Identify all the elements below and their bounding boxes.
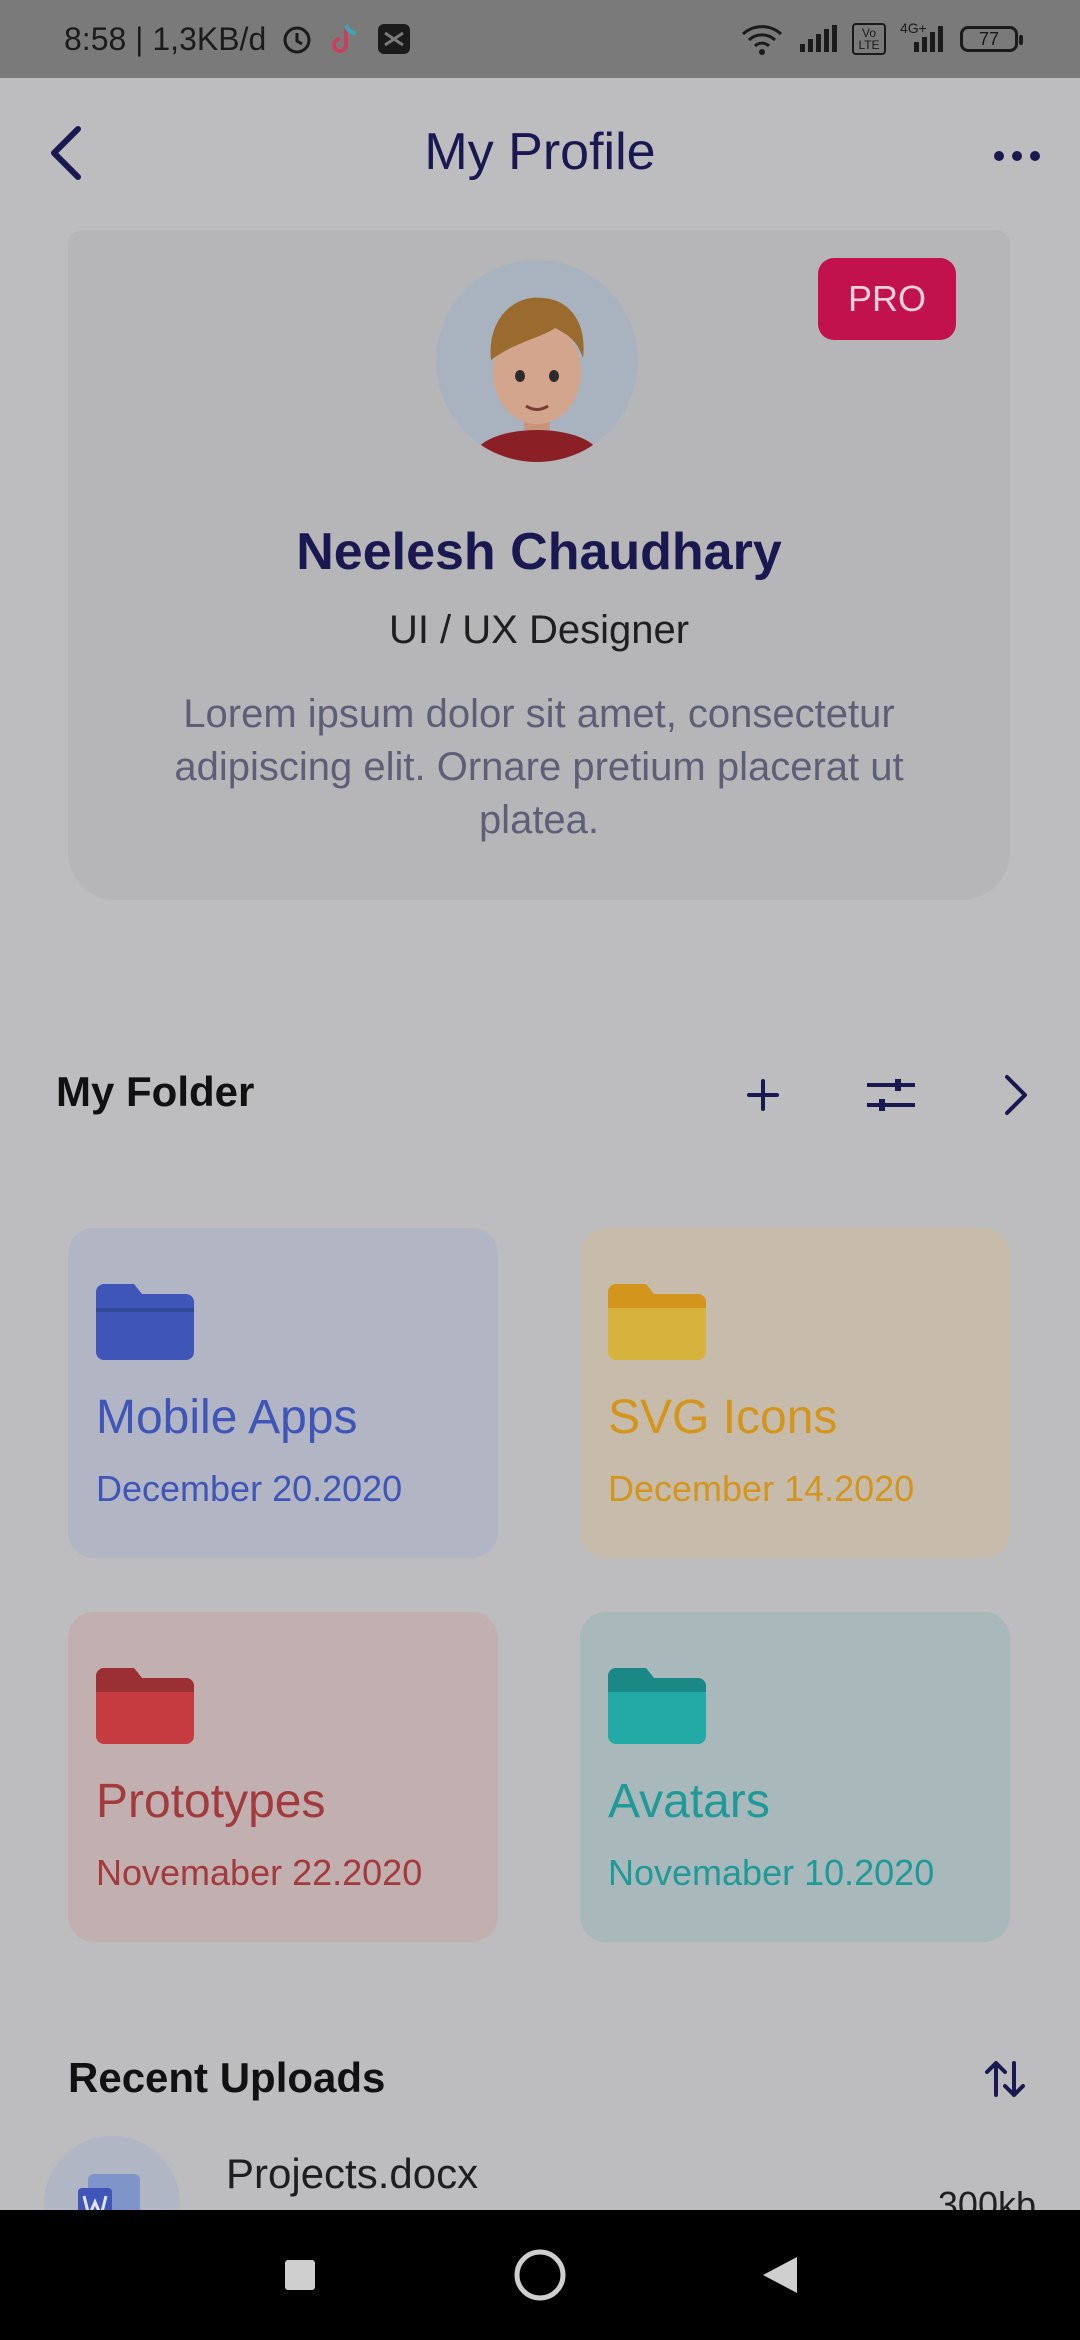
circle-icon [514, 2249, 566, 2301]
folder-name: Avatars [608, 1775, 770, 1828]
folder-card-mobile-apps[interactable]: Mobile Apps December 20.2020 [68, 1228, 498, 1558]
signal-icon [798, 24, 838, 54]
folder-card-avatars[interactable]: Avatars Novemaber 10.2020 [580, 1612, 1010, 1942]
recent-uploads-title: Recent Uploads [68, 2054, 386, 2101]
folder-name: Mobile Apps [96, 1391, 358, 1444]
wifi-icon [740, 22, 784, 56]
folder-date: Novemaber 10.2020 [608, 1852, 935, 1893]
battery-icon: 77 [960, 26, 1023, 52]
volte-icon: Vo LTE [852, 23, 886, 55]
file-name: Projects.docx [226, 2150, 479, 2197]
sliders-icon [867, 1079, 915, 1111]
folder-icon [608, 1284, 706, 1360]
alarm-icon [280, 22, 314, 56]
app-header: My Profile [0, 78, 1080, 228]
recents-button[interactable] [260, 2235, 340, 2315]
status-bar: 8:58 | 1,3KB/d Vo LTE 4G+ 77 [0, 0, 1080, 78]
folder-date: December 20.2020 [96, 1468, 403, 1509]
tiktok-icon [328, 21, 362, 57]
folder-icon [608, 1668, 706, 1744]
pro-badge: PRO [818, 258, 956, 340]
system-navigation-bar [0, 2210, 1080, 2340]
home-button[interactable] [500, 2235, 580, 2315]
filter-button[interactable] [856, 1060, 926, 1130]
status-time: 8:58 | 1,3KB/d [64, 20, 267, 57]
profile-bio: Lorem ipsum dolor sit amet, consectetur … [174, 692, 904, 842]
upload-list-item[interactable]: Projects.docx 300kb [0, 2130, 1080, 2272]
avatar [436, 260, 638, 462]
page-title: My Profile [424, 123, 656, 181]
folder-icon [96, 1284, 194, 1360]
add-folder-button[interactable] [728, 1060, 798, 1130]
folder-card-svg-icons[interactable]: SVG Icons December 14.2020 [580, 1228, 1010, 1558]
square-icon [285, 2260, 315, 2290]
triangle-back-icon [763, 2257, 797, 2293]
back-nav-button[interactable] [740, 2235, 820, 2315]
chevron-right-icon [1005, 1075, 1027, 1115]
signal-4g-icon: 4G+ [900, 20, 946, 54]
folder-date: December 14.2020 [608, 1468, 915, 1509]
profile-role: UI / UX Designer [388, 608, 690, 652]
sort-button[interactable] [970, 2044, 1040, 2114]
folders-next-button[interactable] [980, 1060, 1050, 1130]
volte-label: Vo LTE [858, 26, 880, 52]
folder-icon [96, 1668, 194, 1744]
network-label: 4G+ [900, 20, 927, 36]
folder-date: Novemaber 22.2020 [96, 1852, 423, 1893]
folder-name: Prototypes [96, 1775, 326, 1828]
folder-card-prototypes[interactable]: Prototypes Novemaber 22.2020 [68, 1612, 498, 1942]
profile-name: Neelesh Chaudhary [296, 523, 782, 581]
more-horizontal-icon [994, 151, 1040, 161]
profile-card: PRO Neelesh Chaudhary UI / UX Designer L… [68, 230, 1010, 900]
more-options-button[interactable] [982, 126, 1052, 186]
folder-section-header: My Folder [0, 1060, 1080, 1130]
folder-section-title: My Folder [56, 1068, 255, 1115]
plus-icon [747, 1079, 779, 1111]
user-avatar-illustration [475, 297, 599, 462]
sort-arrows-icon [985, 2061, 1025, 2097]
capcut-icon [376, 22, 412, 56]
folder-name: SVG Icons [608, 1391, 838, 1444]
battery-level: 77 [978, 28, 1000, 49]
